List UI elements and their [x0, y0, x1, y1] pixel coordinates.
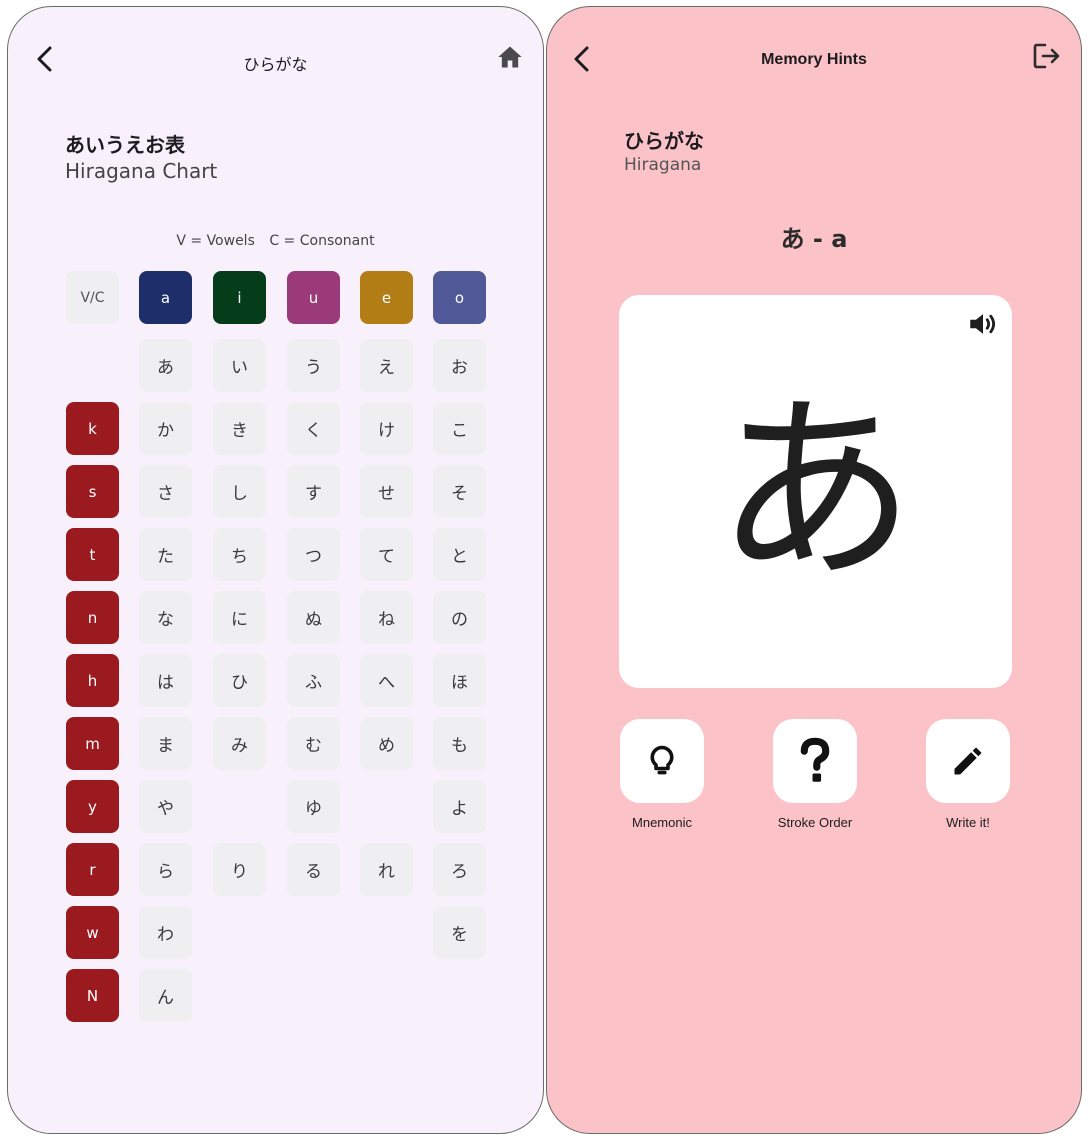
kana-cell[interactable]: く [287, 402, 340, 455]
kana-cell[interactable]: ら [139, 843, 192, 896]
mnemonic-label: Mnemonic [632, 815, 692, 830]
write-it-button[interactable] [926, 719, 1010, 803]
kana-cell[interactable]: あ [139, 339, 192, 392]
speaker-icon[interactable] [966, 307, 1000, 341]
vowel-header-a[interactable]: a [139, 271, 192, 324]
kana-cell[interactable]: る [287, 843, 340, 896]
consonant-header-t[interactable]: t [66, 528, 119, 581]
stroke-order-button[interactable] [773, 719, 857, 803]
consonant-header-m[interactable]: m [66, 717, 119, 770]
kana-cell[interactable]: す [287, 465, 340, 518]
kana-cell[interactable]: さ [139, 465, 192, 518]
kana-cell[interactable]: や [139, 780, 192, 833]
mnemonic-button[interactable] [620, 719, 704, 803]
kana-cell[interactable]: え [360, 339, 413, 392]
logout-icon[interactable] [1031, 40, 1063, 72]
consonant-header-w[interactable]: w [66, 906, 119, 959]
consonant-header-s[interactable]: s [66, 465, 119, 518]
consonant-header-h[interactable]: h [66, 654, 119, 707]
kana-cell[interactable]: ひ [213, 654, 266, 707]
vc-corner-label: V/C [66, 271, 119, 324]
kana-cell[interactable]: ん [139, 969, 192, 1022]
kana-cell[interactable]: き [213, 402, 266, 455]
kana-cell[interactable]: つ [287, 528, 340, 581]
kana-cell[interactable]: の [433, 591, 486, 644]
current-character-title: あ - a [780, 225, 848, 253]
kana-cell[interactable]: こ [433, 402, 486, 455]
app-bar-title: Memory Hints [761, 51, 867, 68]
kana-cell[interactable]: よ [433, 780, 486, 833]
write-it-label: Write it! [946, 815, 990, 830]
kana-cell[interactable]: を [433, 906, 486, 959]
legend-vowels: V = Vowels [176, 233, 255, 249]
kana-cell[interactable]: た [139, 528, 192, 581]
kana-cell[interactable]: り [213, 843, 266, 896]
kana-cell[interactable]: ま [139, 717, 192, 770]
kana-cell[interactable]: み [213, 717, 266, 770]
kana-cell[interactable]: そ [433, 465, 486, 518]
kana-cell[interactable]: れ [360, 843, 413, 896]
chart-heading-japanese: あいうえお表 [65, 133, 185, 157]
vowel-header-o[interactable]: o [433, 271, 486, 324]
kana-cell[interactable]: せ [360, 465, 413, 518]
vowel-header-e[interactable]: e [360, 271, 413, 324]
hiragana-chart-screen: ひらがな あいうえお表 Hiragana Chart V = Vowels C … [7, 6, 544, 1134]
kana-cell[interactable]: ち [213, 528, 266, 581]
kana-cell[interactable]: ゆ [287, 780, 340, 833]
kana-cell[interactable]: ろ [433, 843, 486, 896]
consonant-header-k[interactable]: k [66, 402, 119, 455]
pencil-icon [954, 747, 982, 775]
stroke-order-label: Stroke Order [777, 815, 853, 830]
legend-consonants: C = Consonant [269, 233, 375, 249]
kana-cell[interactable]: か [139, 402, 192, 455]
kana-cell[interactable]: ほ [433, 654, 486, 707]
consonant-header-n[interactable]: n [66, 591, 119, 644]
script-heading-japanese: ひらがな [624, 129, 704, 153]
kana-cell[interactable]: に [213, 591, 266, 644]
large-character: あ [715, 375, 916, 608]
kana-cell[interactable]: ぬ [287, 591, 340, 644]
consonant-header-r[interactable]: r [66, 843, 119, 896]
kana-cell[interactable]: け [360, 402, 413, 455]
app-bar-title: ひらがな [243, 55, 308, 74]
legend: V = Vowels C = Consonant [8, 233, 543, 249]
kana-cell[interactable]: む [287, 717, 340, 770]
script-heading-english: Hiragana [624, 155, 702, 175]
kana-cell[interactable]: ね [360, 591, 413, 644]
kana-cell[interactable]: い [213, 339, 266, 392]
kana-cell[interactable]: て [360, 528, 413, 581]
question-mark-icon [800, 737, 830, 782]
kana-cell[interactable]: う [287, 339, 340, 392]
memory-hints-screen: Memory Hints ひらがな Hiragana あ - a あ Mnemo… [546, 6, 1082, 1134]
kana-cell[interactable]: は [139, 654, 192, 707]
kana-cell[interactable]: し [213, 465, 266, 518]
kana-cell[interactable]: な [139, 591, 192, 644]
character-card: あ [619, 295, 1012, 688]
kana-cell[interactable]: へ [360, 654, 413, 707]
kana-cell[interactable]: お [433, 339, 486, 392]
kana-cell[interactable]: わ [139, 906, 192, 959]
vowel-header-u[interactable]: u [287, 271, 340, 324]
kana-cell[interactable]: ふ [287, 654, 340, 707]
consonant-header-N[interactable]: N [66, 969, 119, 1022]
chart-heading-english: Hiragana Chart [65, 159, 218, 183]
vowel-header-i[interactable]: i [213, 271, 266, 324]
lightbulb-icon [650, 745, 674, 775]
kana-cell[interactable]: と [433, 528, 486, 581]
kana-cell[interactable]: も [433, 717, 486, 770]
consonant-header-y[interactable]: y [66, 780, 119, 833]
home-icon[interactable] [496, 43, 524, 71]
kana-cell[interactable]: め [360, 717, 413, 770]
